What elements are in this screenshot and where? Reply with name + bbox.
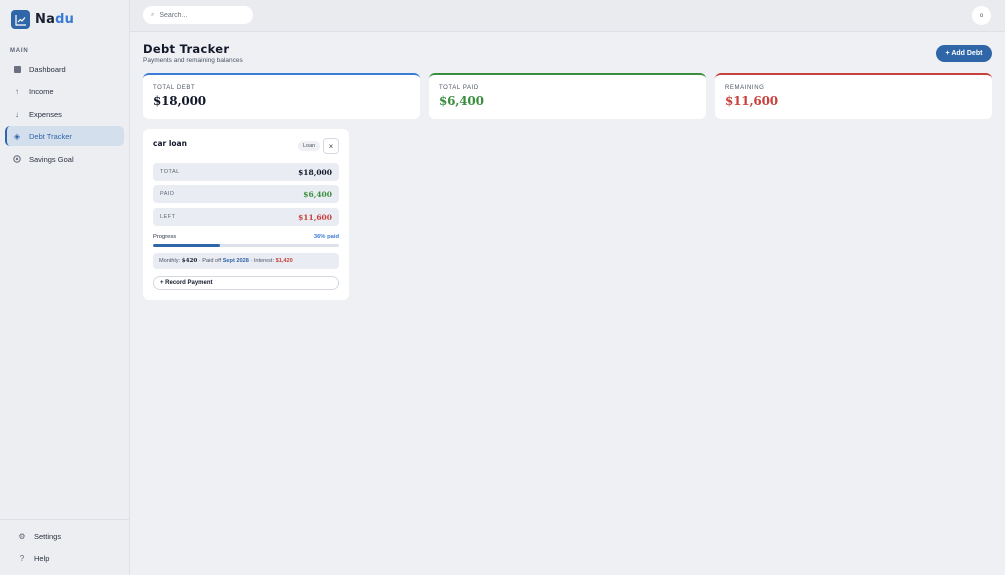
circle-icon [13, 155, 21, 163]
progress-percent: 36% paid [313, 234, 339, 240]
search-box[interactable]: ⌕ [143, 6, 253, 24]
arrow-down-icon: ↓ [15, 109, 19, 119]
diamond-icon: ◈ [13, 131, 21, 141]
stat-card-total-paid: TOTAL PAID $6,400 [429, 73, 706, 119]
progress-fill [153, 244, 220, 247]
add-debt-button[interactable]: + Add Debt [936, 45, 992, 62]
sidebar-item-settings[interactable]: ⚙ Settings [5, 526, 124, 546]
sidebar-item-expenses[interactable]: ↓ Expenses [5, 104, 124, 124]
row-label: LEFT [160, 214, 176, 220]
monthly-value: $420 [181, 258, 198, 264]
paid-off-label: · Paid off [198, 258, 222, 264]
row-value: $6,400 [303, 189, 332, 199]
sidebar-item-label: Expenses [29, 109, 62, 119]
sidebar-item-label: Dashboard [29, 64, 66, 74]
arrow-up-icon: ↑ [15, 86, 19, 96]
close-icon: × [328, 141, 334, 151]
stat-label: TOTAL DEBT [153, 85, 196, 91]
search-icon: ⌕ [151, 11, 155, 18]
sidebar-item-help[interactable]: ? Help [5, 548, 124, 568]
monthly-label: Monthly: [159, 258, 181, 264]
page-title: Debt Tracker [143, 42, 230, 56]
stat-value: $11,600 [725, 94, 778, 108]
sidebar-item-label: Settings [34, 531, 62, 541]
debt-card: car loan Loan × TOTAL $18,000 PAID $6,40… [143, 129, 349, 300]
avatar[interactable]: o [972, 6, 991, 25]
stat-value: $6,400 [439, 94, 484, 108]
sidebar-item-label: Savings Goal [29, 154, 74, 164]
sidebar-item-savings-goal[interactable]: Savings Goal [5, 149, 124, 169]
paid-off-value: Sept 2028 [222, 258, 249, 264]
interest-value: $1,420 [275, 258, 293, 264]
brand-name: Nadu [35, 12, 74, 27]
search-input[interactable] [159, 11, 240, 19]
record-payment-button[interactable]: + Record Payment [153, 276, 339, 290]
stat-card-total-debt: TOTAL DEBT $18,000 [143, 73, 420, 119]
debt-row-paid: PAID $6,400 [153, 185, 339, 203]
sidebar-item-label: Income [29, 86, 54, 96]
topbar: ⌕ o [130, 0, 1005, 32]
row-label: TOTAL [160, 169, 180, 175]
brand-name-main: Na [35, 12, 56, 27]
nav-section-label: MAIN [10, 48, 29, 54]
brand-name-accent: du [55, 12, 75, 27]
sidebar-item-income[interactable]: ↑ Income [5, 81, 124, 101]
sidebar-item-debt-tracker[interactable]: ◈ Debt Tracker [5, 126, 124, 146]
stat-card-remaining: REMAINING $11,600 [715, 73, 992, 119]
sidebar: Nadu MAIN Dashboard ↑ Income ↓ Expenses … [0, 0, 130, 575]
interest-label: · Interest: [250, 258, 275, 264]
page-subtitle: Payments and remaining balances [143, 57, 243, 64]
delete-debt-button[interactable]: × [323, 138, 339, 154]
debt-type-badge: Loan [298, 141, 321, 151]
debt-name: car loan [153, 139, 187, 148]
sidebar-divider [0, 519, 130, 520]
grid-icon [13, 65, 21, 73]
sidebar-item-dashboard[interactable]: Dashboard [5, 59, 124, 79]
row-value: $18,000 [298, 167, 332, 177]
gear-icon: ⚙ [18, 531, 26, 541]
debt-meta: Monthly: $420 · Paid off Sept 2028 · Int… [153, 253, 339, 269]
sidebar-item-label: Help [34, 553, 50, 563]
debt-row-left: LEFT $11,600 [153, 208, 339, 226]
stat-label: REMAINING [725, 85, 765, 91]
stat-value: $18,000 [153, 94, 206, 108]
row-value: $11,600 [298, 212, 332, 222]
stat-label: TOTAL PAID [439, 85, 479, 91]
progress-bar [153, 244, 339, 247]
chart-logo-icon [11, 10, 30, 29]
progress-label: Progress [153, 234, 177, 240]
debt-row-total: TOTAL $18,000 [153, 163, 339, 181]
question-icon: ? [19, 553, 25, 563]
row-label: PAID [160, 191, 175, 197]
brand[interactable]: Nadu [11, 10, 74, 29]
sidebar-item-label: Debt Tracker [29, 131, 72, 141]
